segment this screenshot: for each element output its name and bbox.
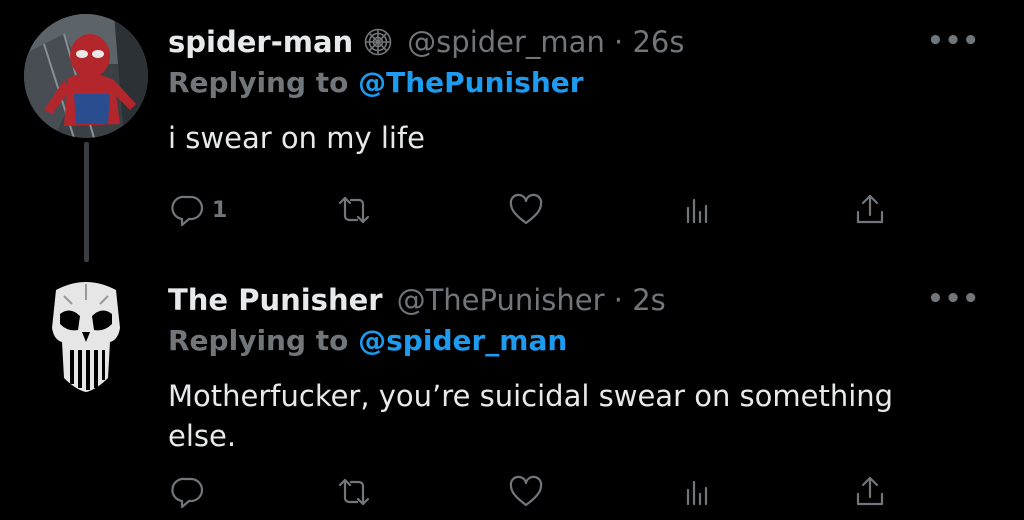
tweet-header: spider-man @spider_man · 26s [168, 20, 684, 64]
handle-and-time[interactable]: @ThePunisher · 2s [397, 283, 666, 317]
thread-connector-line [84, 142, 89, 262]
tweet-text: i swear on my life [168, 121, 425, 155]
analytics-icon [686, 198, 708, 224]
replying-to-label: Replying to [168, 66, 349, 99]
more-options-icon[interactable]: ••• [927, 26, 980, 56]
tweet-actions [168, 470, 908, 514]
share-icon [856, 476, 884, 506]
tweet-the-punisher[interactable]: The Punisher @ThePunisher · 2s ••• Reply… [0, 258, 1024, 520]
reply-button[interactable]: 1 [170, 188, 227, 232]
reply-count: 1 [212, 197, 228, 223]
display-name[interactable]: spider-man [168, 25, 353, 59]
display-name[interactable]: The Punisher [168, 283, 383, 317]
retweet-button[interactable] [336, 470, 372, 514]
share-button[interactable] [852, 470, 888, 514]
replying-to-handle[interactable]: @spider_man [358, 324, 567, 357]
views-button[interactable] [680, 188, 716, 232]
retweet-icon [338, 196, 370, 224]
handle-and-time[interactable]: @spider_man · 26s [407, 25, 684, 59]
tweet-spider-man[interactable]: spider-man @spider_man · 26s ••• Replyin… [0, 0, 1024, 262]
tweet-text: Motherfucker, you’re suicidal swear on s… [168, 379, 894, 453]
tweet-header: The Punisher @ThePunisher · 2s [168, 278, 666, 322]
replying-to-label: Replying to [168, 324, 349, 357]
reply-button[interactable] [170, 470, 212, 514]
reply-icon [171, 195, 204, 227]
retweet-icon [338, 478, 370, 506]
share-button[interactable] [852, 188, 888, 232]
avatar-the-punisher[interactable] [24, 270, 148, 394]
like-button[interactable] [508, 188, 544, 232]
replying-to: Replying to @ThePunisher [168, 66, 584, 99]
more-options-icon[interactable]: ••• [927, 284, 980, 314]
heart-icon [509, 475, 543, 507]
analytics-icon [686, 480, 708, 506]
views-button[interactable] [680, 470, 716, 514]
avatar-spider-man[interactable] [24, 14, 148, 138]
spiderweb-icon [363, 27, 393, 57]
tweet-actions: 1 [168, 188, 908, 232]
like-button[interactable] [508, 470, 544, 514]
retweet-button[interactable] [336, 188, 372, 232]
reply-icon [171, 477, 204, 509]
heart-icon [509, 193, 543, 225]
replying-to: Replying to @spider_man [168, 324, 567, 357]
replying-to-handle[interactable]: @ThePunisher [358, 66, 583, 99]
share-icon [856, 194, 884, 224]
